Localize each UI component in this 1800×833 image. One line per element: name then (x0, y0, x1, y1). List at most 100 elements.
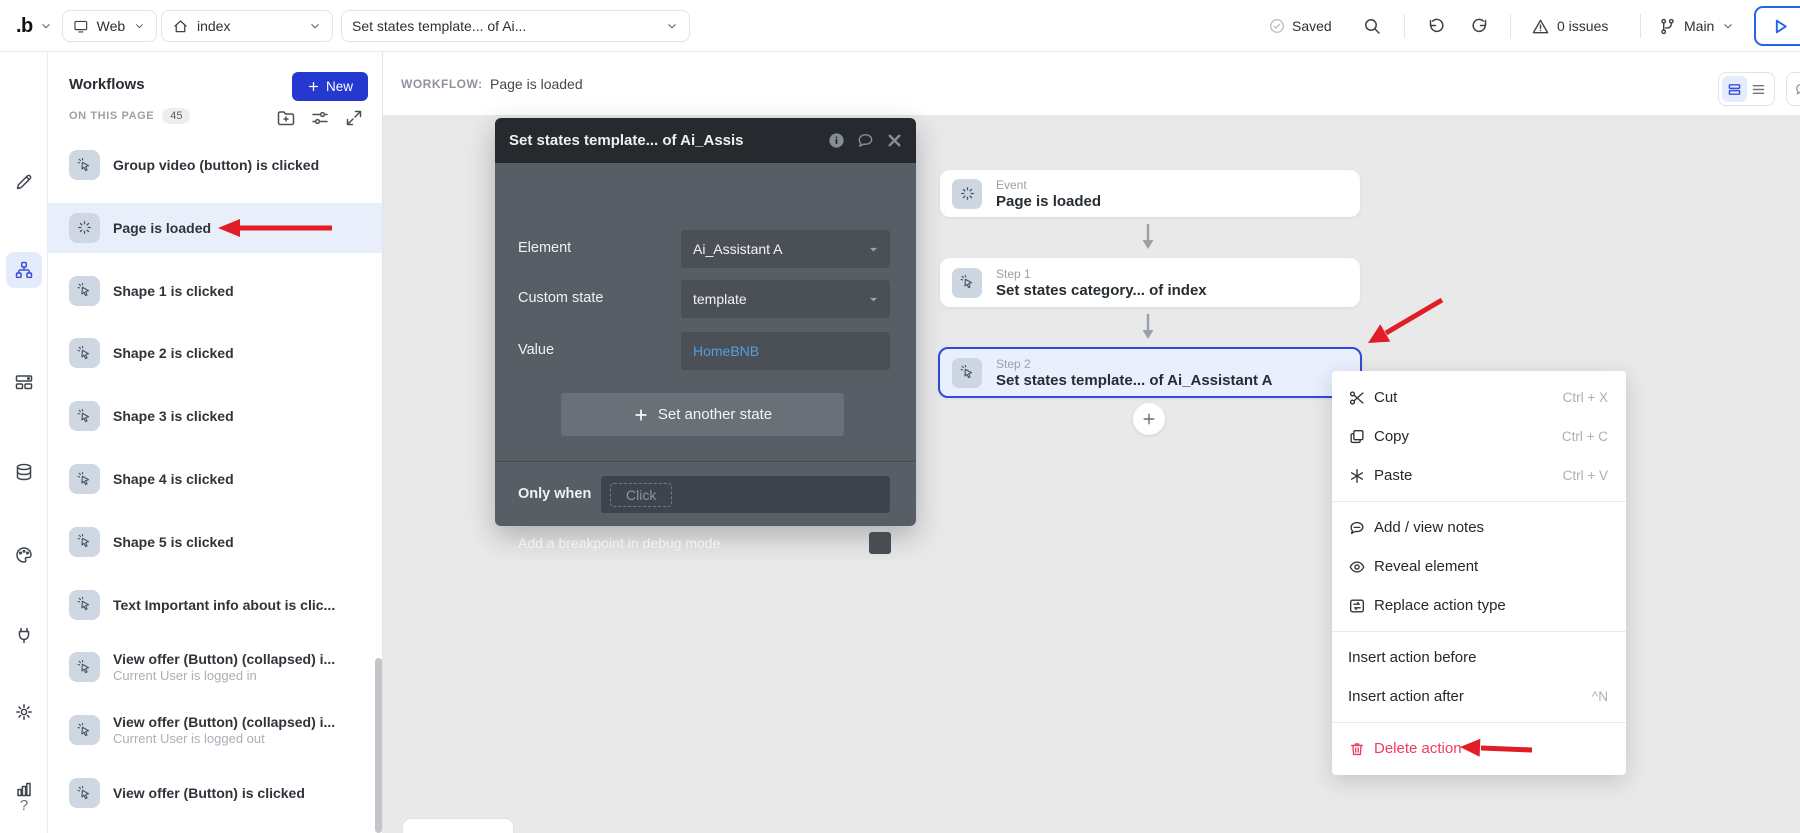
workflow-item-icon (69, 401, 100, 431)
menu-item-replace-action-type[interactable]: Replace action type (1332, 586, 1626, 625)
workflow-item-label: Group video (button) is clicked (113, 157, 319, 173)
chevron-down-icon (308, 19, 322, 33)
info-icon[interactable] (827, 131, 846, 150)
database-icon (14, 462, 34, 482)
click-icon (959, 274, 976, 291)
workflow-item-label: View offer (Button) (collapsed) i... (113, 651, 335, 667)
rail-item-data[interactable] (6, 454, 42, 490)
workflow-list-item[interactable]: Shape 3 is clicked (48, 391, 383, 441)
branch-selector[interactable]: Main (1658, 0, 1735, 52)
filter-sliders-icon[interactable] (310, 108, 330, 128)
workflow-list-item[interactable]: View offer (Button) is clicked (48, 768, 383, 818)
click-icon (76, 282, 93, 299)
menu-item-cut[interactable]: Cut Ctrl + X (1332, 378, 1626, 417)
bubble-logo[interactable]: .b (16, 0, 53, 52)
add-action-button[interactable] (1133, 403, 1165, 435)
workflow-list-item[interactable]: Shape 4 is clicked (48, 454, 383, 504)
workflow-list-item[interactable]: Group video (button) is clicked (48, 140, 383, 190)
preview-button[interactable] (1754, 6, 1800, 46)
workflow-list-item[interactable]: View offer (Button) (collapsed) i... Cur… (48, 705, 383, 755)
folder-plus-icon[interactable] (276, 108, 296, 128)
workflow-item-icon (69, 464, 100, 494)
new-workflow-button[interactable]: New (292, 72, 368, 101)
note-icon (1348, 519, 1366, 537)
rail-item-styles[interactable] (6, 537, 42, 573)
plus-icon (1141, 411, 1157, 427)
left-nav-rail: ? (0, 52, 48, 833)
redo-icon[interactable] (1470, 16, 1490, 36)
copy-icon (1348, 428, 1374, 446)
workflow-list-item[interactable]: Shape 5 is clicked (48, 517, 383, 567)
scrollbar-thumb[interactable] (375, 658, 382, 833)
flow-card[interactable]: Step 2 Set states template... of Ai_Assi… (938, 347, 1362, 398)
help-button[interactable]: ? (0, 797, 48, 814)
expand-icon[interactable] (344, 108, 364, 128)
workflow-list-item[interactable]: Page is loaded (48, 203, 383, 253)
flow-card[interactable]: Event Page is loaded (940, 170, 1360, 217)
click-icon (76, 785, 93, 802)
workflow-item-icon (69, 213, 100, 243)
element-dropdown-value: Ai_Assistant A (693, 241, 783, 257)
custom-state-dropdown[interactable]: template (681, 280, 890, 318)
canvas-extra-button[interactable] (1786, 72, 1800, 106)
set-another-state-button[interactable]: Set another state (561, 393, 844, 436)
menu-item-insert-action-after[interactable]: Insert action after ^N (1332, 677, 1626, 716)
workflow-list-item[interactable]: View offer (Button) (collapsed) i... Cur… (48, 642, 383, 692)
flow-card-icon (952, 268, 982, 298)
hamburger-icon (1750, 81, 1767, 98)
menu-item-insert-action-before[interactable]: Insert action before (1332, 638, 1626, 677)
menu-item-reveal-element[interactable]: Reveal element (1332, 547, 1626, 586)
paste-icon (1348, 467, 1366, 485)
issues-indicator[interactable]: 0 issues (1531, 0, 1608, 52)
workflow-icon (14, 260, 34, 280)
list-view-toggle[interactable] (1747, 76, 1772, 102)
plus-icon (307, 80, 320, 93)
rail-item-workflow[interactable] (6, 252, 42, 288)
scissors-icon (1348, 389, 1374, 407)
workflow-list-item[interactable]: Shape 2 is clicked (48, 328, 383, 378)
workflow-selector[interactable]: Set states template... of Ai... (341, 10, 690, 42)
property-editor-title: Set states template... of Ai_Assis (509, 132, 744, 149)
menu-item-delete-action[interactable]: Delete action (1332, 729, 1626, 768)
property-editor-header[interactable]: Set states template... of Ai_Assis (495, 118, 916, 163)
click-icon (76, 345, 93, 362)
comment-icon[interactable] (856, 131, 875, 150)
close-icon[interactable] (885, 131, 904, 150)
rail-item-settings[interactable] (6, 694, 42, 730)
click-icon (76, 408, 93, 425)
workflow-item-label: Shape 3 is clicked (113, 408, 234, 424)
flow-card-kind: Event (996, 178, 1101, 192)
element-field-label: Element (518, 240, 571, 256)
menu-item-label: Insert action after (1348, 688, 1464, 705)
menu-item-shortcut: ^N (1592, 689, 1608, 704)
platform-selector[interactable]: Web (62, 10, 157, 42)
chevron-down-icon (39, 19, 53, 33)
flow-card[interactable]: Step 1 Set states category... of index (940, 258, 1360, 307)
card-view-toggle[interactable] (1722, 76, 1747, 102)
undo-icon[interactable] (1426, 16, 1446, 36)
zoom-control[interactable] (402, 818, 514, 833)
value-input[interactable]: HomeBNB (681, 332, 890, 370)
flow-card-title: Set states category... of index (996, 282, 1207, 299)
workflow-list-item[interactable]: Shape 1 is clicked (48, 266, 383, 316)
click-icon (76, 471, 93, 488)
rail-item-components[interactable] (6, 364, 42, 400)
save-status: Saved (1268, 0, 1332, 52)
workflow-item-label: Shape 1 is clicked (113, 283, 234, 299)
menu-item-copy[interactable]: Copy Ctrl + C (1332, 417, 1626, 456)
rail-item-plugins[interactable] (6, 617, 42, 653)
element-dropdown[interactable]: Ai_Assistant A (681, 230, 890, 268)
page-selector[interactable]: index (161, 10, 333, 42)
branch-icon (1658, 17, 1677, 36)
workflow-list-item[interactable]: Text Important info about is clic... (48, 580, 383, 630)
menu-item-shortcut: Ctrl + C (1562, 429, 1608, 444)
menu-item-add-view-notes[interactable]: Add / view notes (1332, 508, 1626, 547)
bubble-logo-text: .b (16, 15, 33, 38)
workflow-item-label: Shape 5 is clicked (113, 534, 234, 550)
search-icon[interactable] (1362, 16, 1382, 36)
breakpoint-checkbox[interactable] (869, 532, 891, 554)
rail-item-design[interactable] (6, 164, 42, 200)
workflow-header-label: WORKFLOW: (401, 77, 483, 91)
menu-item-paste[interactable]: Paste Ctrl + V (1332, 456, 1626, 495)
only-when-input[interactable]: Click (601, 476, 890, 513)
